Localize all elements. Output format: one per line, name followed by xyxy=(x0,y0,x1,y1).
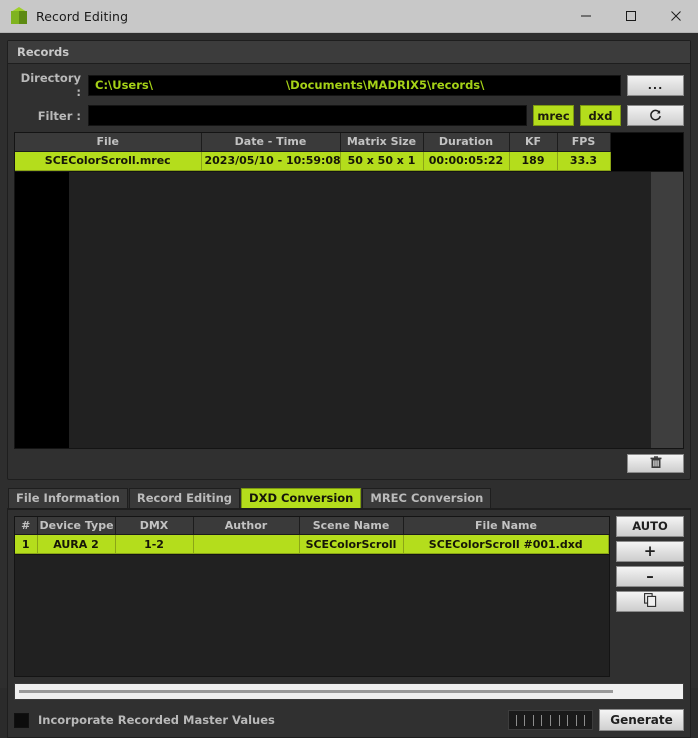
conversion-cell-dmx[interactable]: 1-2 xyxy=(115,535,193,554)
add-button[interactable]: + xyxy=(616,541,684,562)
records-table-header-row: File Date - Time Matrix Size Duration KF… xyxy=(15,133,683,151)
records-cell-fps[interactable]: 33.3 xyxy=(557,151,610,170)
tab-file-information[interactable]: File Information xyxy=(8,488,128,508)
copy-icon xyxy=(644,593,657,610)
records-cell-matrixsize[interactable]: 50 x 50 x 1 xyxy=(340,151,423,170)
records-col-kf[interactable]: KF xyxy=(509,133,557,151)
minimize-icon[interactable] xyxy=(563,0,608,33)
table-row[interactable]: SCEColorScroll.mrec 2023/05/10 - 10:59:0… xyxy=(15,151,683,170)
tab-mrec-conversion[interactable]: MREC Conversion xyxy=(362,488,491,508)
footer-row: Incorporate Recorded Master Values Gener… xyxy=(14,709,684,731)
madrix-cube-icon xyxy=(10,7,28,25)
delete-record-button[interactable] xyxy=(627,454,684,473)
incorporate-master-values-label: Incorporate Recorded Master Values xyxy=(38,713,275,727)
scrollbar-thumb[interactable] xyxy=(19,690,613,693)
conversion-cell-devicetype[interactable]: AURA 2 xyxy=(37,535,115,554)
conversion-col-devicetype[interactable]: Device Type xyxy=(37,517,115,535)
directory-input[interactable]: C:\Users\ \Documents\MADRIX5\records\ xyxy=(88,75,621,96)
incorporate-master-values-checkbox[interactable] xyxy=(14,713,29,728)
records-cell-datetime[interactable]: 2023/05/10 - 10:59:08 xyxy=(201,151,340,170)
records-vertical-scrollbar[interactable] xyxy=(651,172,683,448)
app-body: Records Directory : C:\Users\ \Documents\… xyxy=(0,33,698,688)
refresh-icon[interactable] xyxy=(627,105,684,126)
auto-button[interactable]: AUTO xyxy=(616,516,684,537)
records-col-spacer xyxy=(610,133,683,151)
conversion-cell-scenename[interactable]: SCEColorScroll xyxy=(299,535,403,554)
maximize-icon[interactable] xyxy=(608,0,653,33)
tab-bar: File Information Record Editing DXD Conv… xyxy=(7,488,691,509)
records-col-matrixsize[interactable]: Matrix Size xyxy=(340,133,423,151)
directory-label: Directory : xyxy=(14,71,88,99)
trash-icon xyxy=(650,454,662,473)
conversion-col-scenename[interactable]: Scene Name xyxy=(299,517,403,535)
filter-label: Filter : xyxy=(14,109,88,123)
records-groupbox: Records Directory : C:\Users\ \Documents\… xyxy=(7,40,691,480)
conversion-cell-author[interactable] xyxy=(193,535,299,554)
records-col-duration[interactable]: Duration xyxy=(423,133,509,151)
browse-directory-button[interactable]: ... xyxy=(627,75,684,96)
filter-row: Filter : mrec dxd xyxy=(14,105,684,126)
directory-value-prefix: C:\Users\ xyxy=(95,78,153,92)
conversion-cell-index[interactable]: 1 xyxy=(15,535,37,554)
filter-mrec-button[interactable]: mrec xyxy=(533,105,574,126)
window-titlebar: Record Editing xyxy=(0,0,698,33)
conversion-col-index[interactable]: # xyxy=(15,517,37,535)
directory-value-suffix: \Documents\MADRIX5\records\ xyxy=(286,78,484,92)
records-cell-file[interactable]: SCEColorScroll.mrec xyxy=(15,151,201,170)
conversion-col-author[interactable]: Author xyxy=(193,517,299,535)
table-row[interactable]: 1 AURA 2 1-2 SCEColorScroll SCEColorScro… xyxy=(15,535,609,554)
generate-button[interactable]: Generate xyxy=(599,709,684,731)
records-group-title: Records xyxy=(8,41,690,64)
generate-progress-indicator xyxy=(508,710,593,730)
close-icon[interactable] xyxy=(653,0,698,33)
dxd-conversion-panel: # Device Type DMX Author Scene Name File… xyxy=(7,509,691,738)
window-controls xyxy=(563,0,698,33)
records-col-fps[interactable]: FPS xyxy=(557,133,610,151)
records-col-datetime[interactable]: Date - Time xyxy=(201,133,340,151)
remove-button[interactable]: – xyxy=(616,566,684,587)
filter-input[interactable] xyxy=(88,105,527,126)
conversion-horizontal-scrollbar[interactable] xyxy=(14,683,684,700)
records-cell-spacer xyxy=(610,151,683,170)
duplicate-button[interactable] xyxy=(616,591,684,612)
conversion-table-header-row: # Device Type DMX Author Scene Name File… xyxy=(15,517,609,535)
conversion-col-dmx[interactable]: DMX xyxy=(115,517,193,535)
filter-dxd-button[interactable]: dxd xyxy=(580,105,621,126)
records-table: File Date - Time Matrix Size Duration KF… xyxy=(14,132,684,172)
records-list-area[interactable] xyxy=(14,172,684,449)
conversion-cell-filename[interactable]: SCEColorScroll #001.dxd xyxy=(403,535,609,554)
directory-row: Directory : C:\Users\ \Documents\MADRIX5\… xyxy=(14,71,684,99)
records-cell-duration[interactable]: 00:00:05:22 xyxy=(423,151,509,170)
records-cell-kf[interactable]: 189 xyxy=(509,151,557,170)
conversion-list-area[interactable] xyxy=(14,555,610,677)
records-col-file[interactable]: File xyxy=(15,133,201,151)
tab-record-editing[interactable]: Record Editing xyxy=(129,488,240,508)
tab-dxd-conversion[interactable]: DXD Conversion xyxy=(241,488,361,508)
window-title: Record Editing xyxy=(36,9,128,24)
conversion-col-filename[interactable]: File Name xyxy=(403,517,609,535)
records-list-pane xyxy=(69,172,651,448)
conversion-side-buttons: AUTO + – xyxy=(616,516,684,678)
conversion-table: # Device Type DMX Author Scene Name File… xyxy=(14,516,610,556)
